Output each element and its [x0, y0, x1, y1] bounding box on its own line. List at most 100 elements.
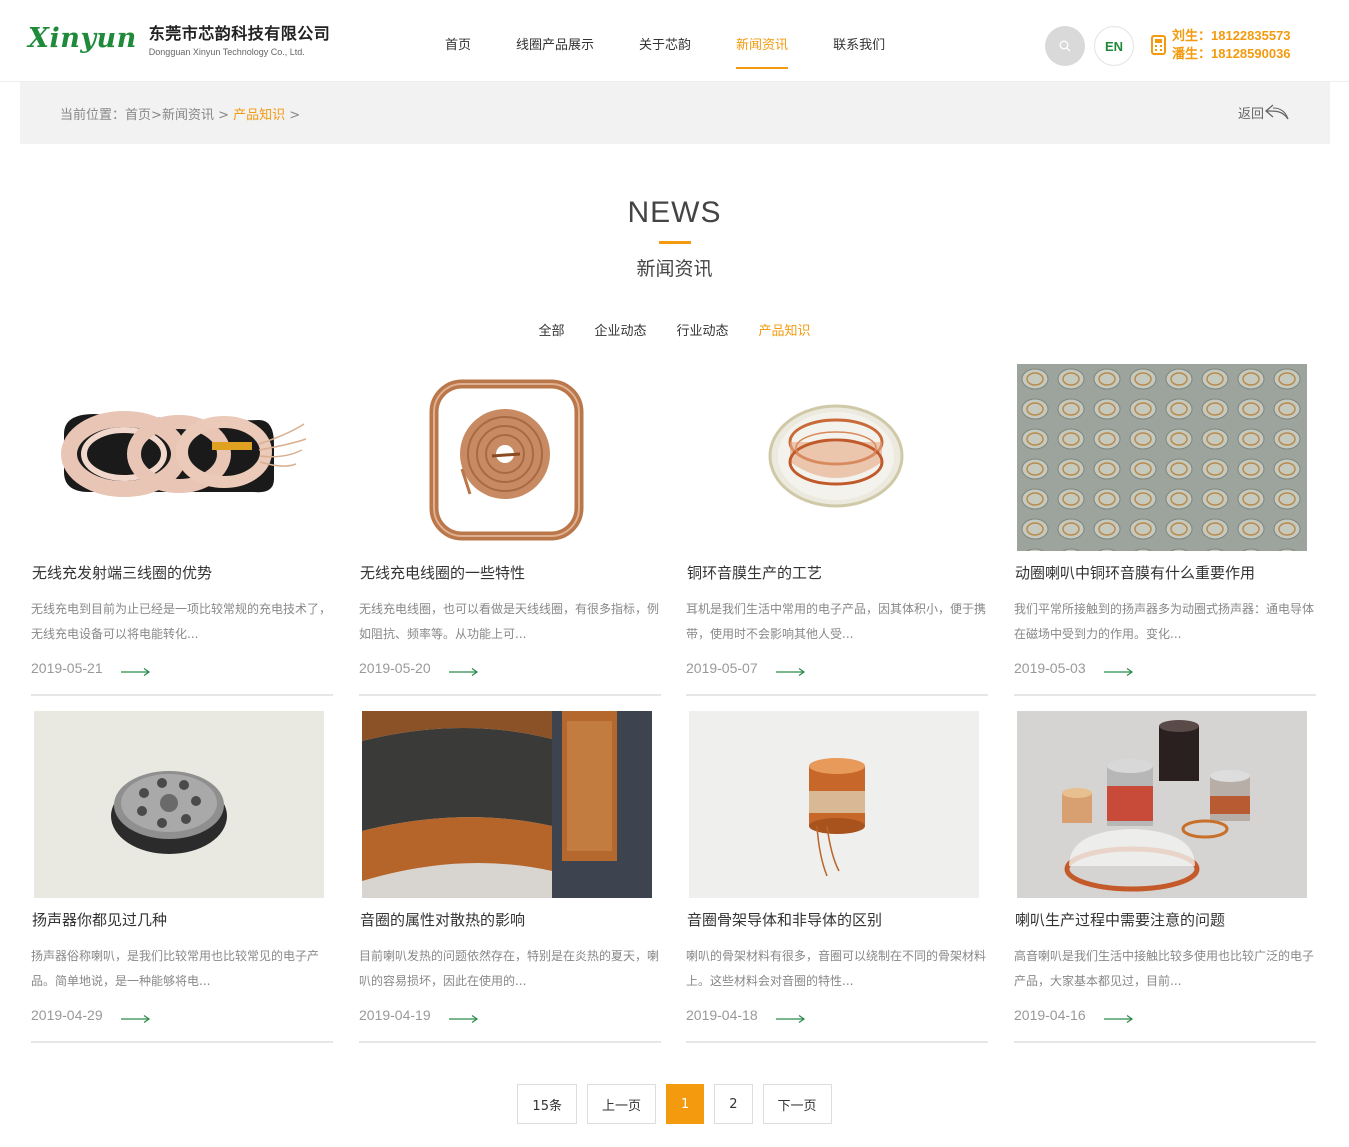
- arrow-right-icon: [121, 1015, 151, 1023]
- news-card-desc: 无线充电到目前为止已经是一项比较常规的充电技术了，无线充电设备可以将电能转化..…: [31, 602, 332, 641]
- news-card-image[interactable]: [362, 364, 652, 551]
- section-title-underline: [659, 241, 691, 244]
- nav-item-news[interactable]: 新闻资讯: [736, 0, 789, 82]
- phone-icon: [1151, 35, 1166, 55]
- breadcrumb-separator: >: [151, 108, 162, 123]
- arrow-right-icon: [449, 1015, 479, 1023]
- breadcrumb-separator: >: [285, 108, 301, 123]
- tab-all[interactable]: 全部: [538, 320, 564, 339]
- phone-numbers: 刘生：18122835573 潘生：18128590036: [1172, 27, 1291, 63]
- breadcrumb-home-link[interactable]: 首页: [125, 108, 151, 123]
- voice-coil-closeup-image: [362, 711, 652, 898]
- tab-product-knowledge[interactable]: 产品知识: [759, 320, 811, 339]
- company-name-cn: 东莞市芯韵科技有限公司: [148, 24, 331, 43]
- news-card-date: 2019-04-19: [359, 1007, 431, 1023]
- pagination-prev-button[interactable]: 上一页: [586, 1084, 656, 1124]
- news-card-title[interactable]: 无线充电线圈的一些特性: [360, 562, 525, 583]
- arrow-right-icon: [121, 668, 151, 676]
- news-card-title[interactable]: 喇叭生产过程中需要注意的问题: [1015, 909, 1225, 930]
- diaphragm-tray-image: [1017, 364, 1307, 551]
- news-card-image[interactable]: [1017, 711, 1307, 898]
- news-card-desc: 无线充电线圈，也可以看做是天线线圈，有很多指标，例如阻抗、频率等。从功能上可..…: [359, 602, 660, 641]
- category-tabs: 全部 企业动态 行业动态 产品知识: [0, 320, 1349, 339]
- news-card-title[interactable]: 音圈骨架导体和非导体的区别: [687, 909, 882, 930]
- voice-coil-bobbin-image: [689, 711, 979, 898]
- nav-item-about[interactable]: 关于芯韵: [639, 0, 691, 82]
- news-card-title[interactable]: 扬声器你都见过几种: [32, 909, 167, 930]
- news-card-desc: 目前喇叭发热的问题依然存在，特别是在炎热的夏天，喇叭的容易损坏，因此在使用的..…: [359, 949, 660, 988]
- news-card[interactable]: 扬声器你都见过几种 扬声器俗称喇叭，是我们比较常用也比较常见的电子产品。简单地说…: [31, 711, 333, 1043]
- breadcrumb-news-link[interactable]: 新闻资讯: [162, 108, 214, 123]
- breadcrumb-current-link[interactable]: 产品知识: [233, 108, 285, 123]
- news-card-title[interactable]: 音圈的属性对散热的影响: [360, 909, 525, 930]
- news-card[interactable]: 音圈骨架导体和非导体的区别 喇叭的骨架材料有很多，音圈可以绕制在不同的骨架材料上…: [686, 711, 988, 1043]
- arrow-right-icon: [776, 668, 806, 676]
- small-speaker-image: [34, 711, 324, 898]
- back-label: 返回: [1237, 106, 1264, 122]
- breadcrumb-bar: 当前位置：首页>新闻资讯 > 产品知识 > 返回: [20, 82, 1330, 144]
- news-card-image[interactable]: [689, 711, 979, 898]
- news-card[interactable]: 喇叭生产过程中需要注意的问题 高音喇叭是我们生活中接触比较多使用也比较广泛的电子…: [1014, 711, 1316, 1043]
- news-card[interactable]: 无线充发射端三线圈的优势 无线充电到目前为止已经是一项比较常规的充电技术了，无线…: [31, 364, 333, 696]
- pagination-next-button[interactable]: 下一页: [762, 1084, 832, 1124]
- news-card-title[interactable]: 铜环音膜生产的工艺: [687, 562, 822, 583]
- logo-mark: Xinyun: [28, 23, 137, 54]
- news-card-date: 2019-05-21: [31, 660, 103, 676]
- arrow-right-icon: [449, 668, 479, 676]
- news-card-desc: 我们平常所接触到的扬声器多为动圈式扬声器：通电导体在磁场中受到力的作用。变化..…: [1014, 602, 1315, 641]
- site-logo[interactable]: Xinyun 东莞市芯韵科技有限公司 Dongguan Xinyun Techn…: [28, 20, 330, 57]
- pagination-page-1[interactable]: 1: [665, 1084, 705, 1124]
- section-title-cn: 新闻资讯: [636, 258, 713, 280]
- news-card[interactable]: 动圈喇叭中铜环音膜有什么重要作用 我们平常所接触到的扬声器多为动圈式扬声器：通电…: [1014, 364, 1316, 696]
- tab-industry-news[interactable]: 行业动态: [677, 320, 729, 339]
- main-nav: 首页 线圈产品展示 关于芯韵 新闻资讯 联系我们: [423, 0, 885, 82]
- news-card-date: 2019-04-29: [31, 1007, 103, 1023]
- breadcrumb: 当前位置：首页>新闻资讯 > 产品知识 >: [60, 104, 300, 123]
- search-icon: [1059, 40, 1071, 52]
- tab-company-news[interactable]: 企业动态: [594, 320, 646, 339]
- news-card-image[interactable]: [689, 364, 979, 551]
- wireless-charging-coil-image: [362, 364, 652, 551]
- news-card[interactable]: 铜环音膜生产的工艺 耳机是我们生活中常用的电子产品，因其体积小，便于携带，使用时…: [686, 364, 988, 696]
- news-card-title[interactable]: 动圈喇叭中铜环音膜有什么重要作用: [1015, 562, 1255, 583]
- news-card-desc: 喇叭的骨架材料有很多，音圈可以绕制在不同的骨架材料上。这些材料会对音圈的特性..…: [686, 949, 987, 988]
- nav-item-products[interactable]: 线圈产品展示: [516, 0, 594, 82]
- news-card-image[interactable]: [34, 364, 324, 551]
- news-card-title[interactable]: 无线充发射端三线圈的优势: [32, 562, 212, 583]
- breadcrumb-prefix: 当前位置：: [60, 108, 126, 123]
- arrow-right-icon: [776, 1015, 806, 1023]
- wireless-charger-coil-image: [34, 364, 324, 551]
- back-button[interactable]: 返回: [1238, 102, 1290, 122]
- news-card-desc: 耳机是我们生活中常用的电子产品，因其体积小，便于携带，使用时不会影响其他人受..…: [686, 602, 987, 641]
- news-card[interactable]: 音圈的属性对散热的影响 目前喇叭发热的问题依然存在，特别是在炎热的夏天，喇叭的容…: [359, 711, 661, 1043]
- news-card-date: 2019-04-16: [1014, 1007, 1086, 1023]
- phone-number-2: 潘生：18128590036: [1172, 46, 1291, 61]
- nav-item-contact[interactable]: 联系我们: [833, 0, 885, 82]
- breadcrumb-separator: >: [213, 108, 234, 123]
- news-card-date: 2019-05-03: [1014, 660, 1086, 676]
- news-card[interactable]: 无线充电线圈的一些特性 无线充电线圈，也可以看做是天线线圈，有很多指标，例如阻抗…: [359, 364, 661, 696]
- back-arrow-icon: [1265, 104, 1289, 120]
- copper-ring-diaphragm-image: [689, 364, 979, 551]
- site-header: Xinyun 东莞市芯韵科技有限公司 Dongguan Xinyun Techn…: [0, 0, 1349, 82]
- pagination: 15条 上一页 1 2 下一页: [0, 1084, 1349, 1124]
- search-button[interactable]: [1045, 26, 1085, 66]
- nav-item-home[interactable]: 首页: [445, 0, 471, 82]
- news-card-date: 2019-05-20: [359, 660, 431, 676]
- news-card-image[interactable]: [1017, 364, 1307, 551]
- pagination-page-2[interactable]: 2: [714, 1084, 753, 1124]
- news-card-image[interactable]: [362, 711, 652, 898]
- arrow-right-icon: [1104, 1015, 1134, 1023]
- pagination-total: 15条: [517, 1084, 577, 1124]
- news-card-desc: 扬声器俗称喇叭，是我们比较常用也比较常见的电子产品。简单地说，是一种能够将电..…: [31, 949, 320, 988]
- language-switch-button[interactable]: EN: [1094, 26, 1134, 66]
- company-name-en: Dongguan Xinyun Technology Co., Ltd.: [148, 47, 305, 57]
- news-card-desc: 高音喇叭是我们生活中接触比较多使用也比较广泛的电子产品，大家基本都见过，目前..…: [1014, 949, 1315, 988]
- arrow-right-icon: [1104, 668, 1134, 676]
- news-card-date: 2019-04-18: [686, 1007, 758, 1023]
- section-title-en: NEWS: [627, 196, 722, 229]
- news-card-image[interactable]: [34, 711, 324, 898]
- news-card-date: 2019-05-07: [686, 660, 758, 676]
- voice-coil-group-image: [1017, 711, 1307, 898]
- logo-text: 东莞市芯韵科技有限公司 Dongguan Xinyun Technology C…: [149, 20, 331, 57]
